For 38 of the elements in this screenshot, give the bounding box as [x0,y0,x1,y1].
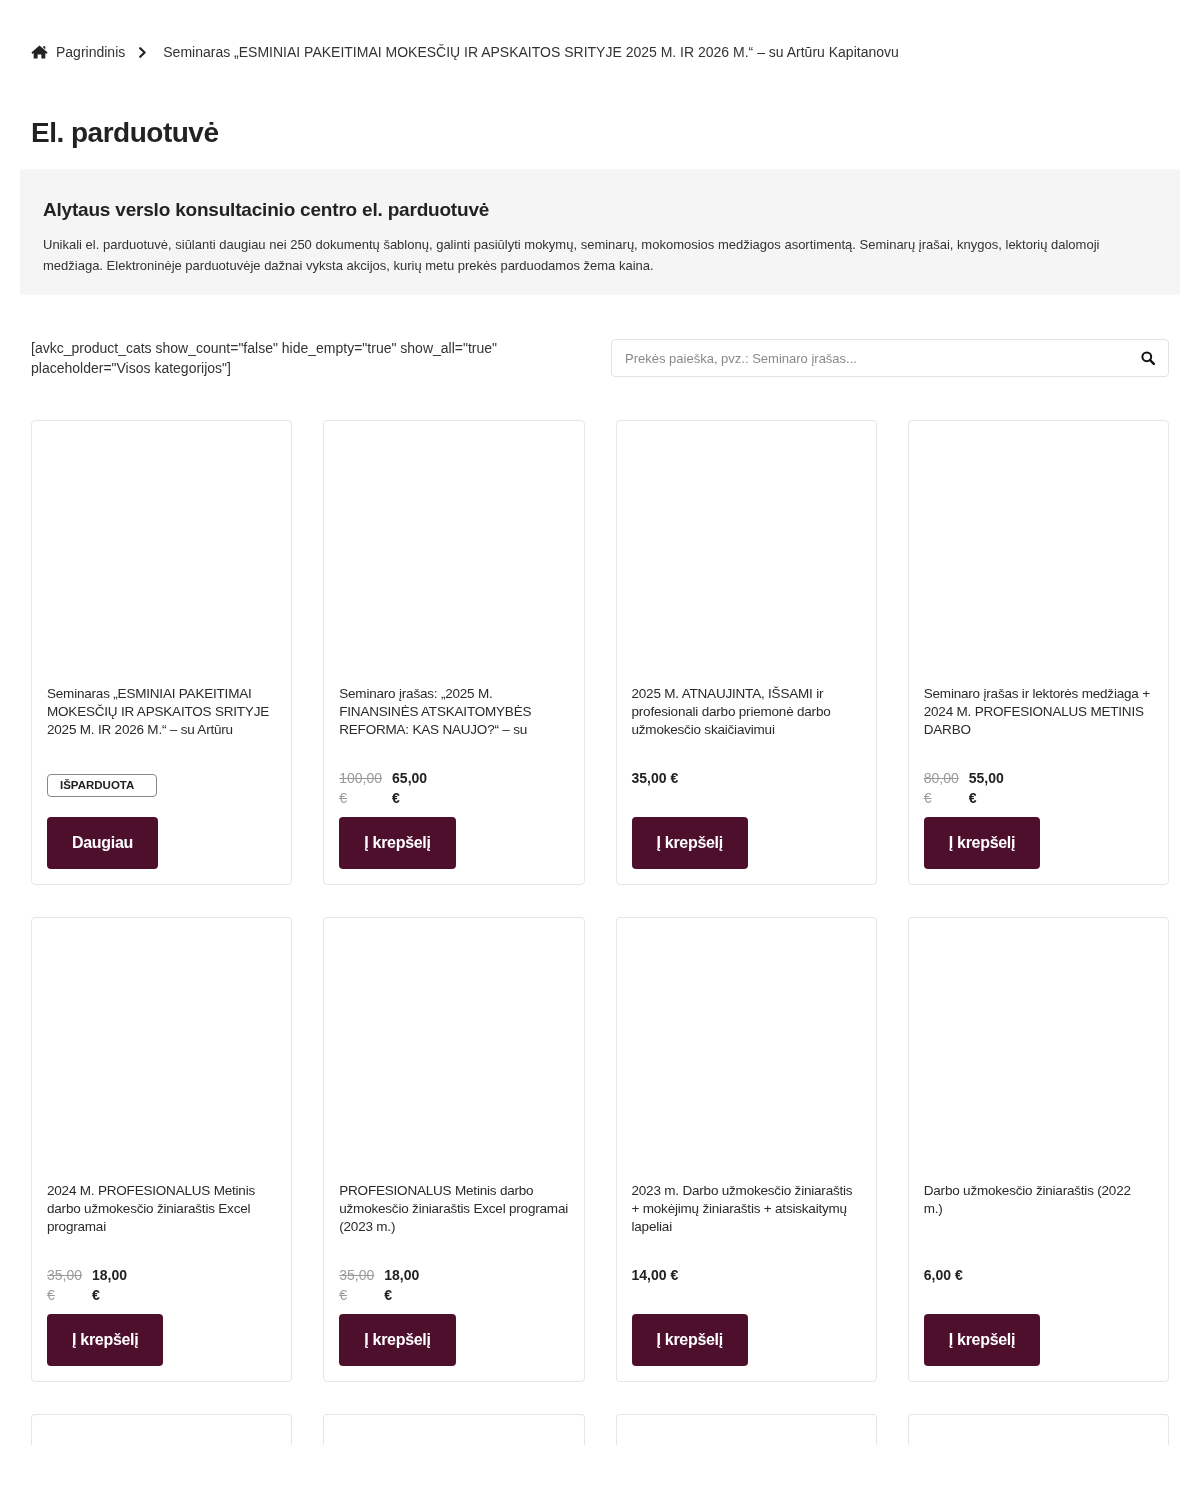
sold-out-badge: IŠPARDUOTA [47,774,157,797]
intro-heading: Alytaus verslo konsultacinio centro el. parduotuvė [43,198,490,222]
chevron-right-icon [139,46,147,58]
home-link[interactable]: Pagrindinis [31,44,126,60]
intro-text: Unikali el. parduotuvė, siūlanti daugiau nei 250 dokumentų šablonų, galinti pasiūlyti mokymų, seminarų, mokomosios medžiagos asortimentą. Seminarų įrašai, knygos, lektorių dalomoji medžiaga. Elektroninėje parduotuvėje dažnai vyksta akcijos, kurių metu prekės parduodamos žema kaina. [43,236,1101,275]
sale-price: 65,00 € [392,769,428,808]
shortcode-text: [avkc_product_cats show_count="false" hide_empty="true" show_all="true" placeholder="Visos kategorijos"] [31,339,499,378]
product-title[interactable]: 2025 M. ATNAUJINTA, IŠSAMI ir profesionali darbo priemonė darbo užmokesčio skaičiavimui [631,685,861,739]
old-price: 80,00 € [923,769,959,808]
add-to-cart-button[interactable]: Į krepšelį [923,1314,1041,1366]
price: 14,00 € [631,1266,679,1285]
old-price: 100,00 € [339,769,383,808]
page-title: El. parduotuvė [31,116,219,150]
add-to-cart-button[interactable]: Į krepšelį [631,817,748,869]
product-title[interactable]: Seminaro įrašas ir lektorės medžiaga + 2024 M. PROFESIONALUS METINIS DARBO [923,685,1153,739]
sale-price: 18,00 € [384,1266,420,1305]
price: 6,00 € [923,1266,963,1285]
product-title[interactable]: Seminaras „ESMINIAI PAKEITIMAI MOKESČIŲ IR APSKAITOS SRITYJE 2025 M. IR 2026 M.“ – su Artūru [47,685,277,739]
add-to-cart-button[interactable]: Į krepšelį [339,1314,456,1366]
product-title[interactable]: Darbo užmokesčio žiniaraštis (2022 m.) [923,1182,1153,1218]
add-to-cart-button[interactable]: Į krepšelį [47,1314,164,1366]
add-to-cart-button[interactable]: Į krepšelį [923,817,1041,869]
search-field[interactable]: Prekės paieška, pvz.: Seminaro įrašas... [611,339,1169,377]
sale-price: 18,00 € [92,1266,128,1305]
old-price: 35,00 € [47,1266,83,1305]
product-title[interactable]: 2023 m. Darbo užmokesčio žiniaraštis + mokėjimų žiniaraštis + atsiskaitymų lapeliai [631,1182,861,1236]
add-to-cart-button[interactable]: Į krepšelį [339,817,456,869]
sale-price: 55,00 € [968,769,1004,808]
home-icon [31,45,48,59]
search-icon[interactable] [1141,351,1155,365]
add-to-cart-button[interactable]: Į krepšelį [631,1314,748,1366]
more-button[interactable]: Daugiau [47,817,159,869]
breadcrumb-current: Seminaras „ESMINIAI PAKEITIMAI MOKESČIŲ IR APSKAITOS SRITYJE 2025 M. IR 2026 M.“ – su Artūru Kapitanovu [163,44,899,60]
product-title[interactable]: PROFESIONALUS Metinis darbo užmokesčio žiniaraštis Excel programai (2023 m.) [339,1182,569,1236]
product-title[interactable]: 2024 M. PROFESIONALUS Metinis darbo užmokesčio žiniaraštis Excel programai [47,1182,277,1236]
old-price: 35,00 € [339,1266,375,1305]
price: 35,00 € [631,769,679,788]
product-title[interactable]: Seminaro įrašas: „2025 M. FINANSINĖS ATSKAITOMYBĖS REFORMA: KAS NAUJO?“ – su [339,685,569,739]
